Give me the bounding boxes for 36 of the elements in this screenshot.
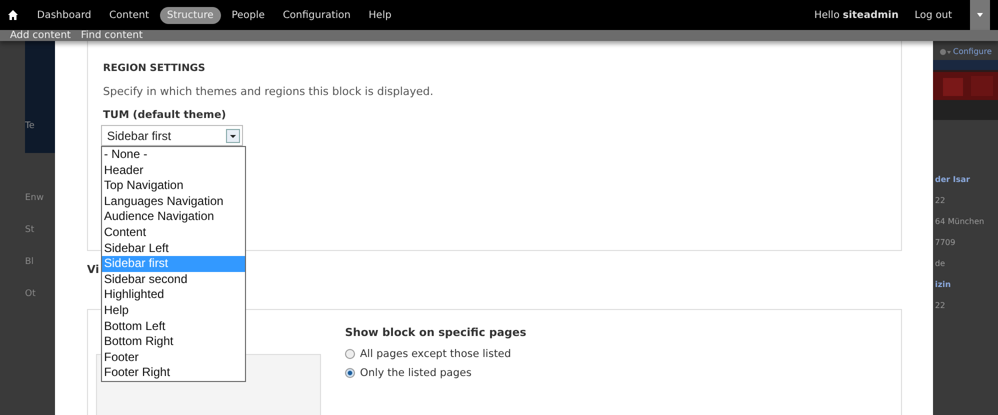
menu-item[interactable]: Help [362, 6, 398, 24]
background-text: 7709 [934, 238, 956, 247]
background-text: Enw [25, 193, 45, 203]
radio-label: Only the listed pages [360, 367, 472, 379]
background-text: 64 München [934, 217, 986, 226]
shortcut-link[interactable]: Find content [80, 30, 143, 41]
radio-label: All pages except those listed [360, 348, 512, 360]
background-text: izin [934, 280, 952, 289]
description: Specify in which themes and regions this block is displayed. [103, 85, 434, 98]
background-text: de [934, 259, 946, 268]
gear-icon[interactable] [939, 48, 951, 56]
radio-button[interactable] [345, 349, 355, 359]
menu-item[interactable]: Content [102, 6, 156, 24]
shortcuts-toggle[interactable] [970, 0, 990, 30]
background-text: St [25, 225, 36, 235]
greeting: Hello siteadmin [814, 10, 899, 20]
menu-item[interactable]: People [224, 6, 272, 24]
background-text: 22 [934, 196, 946, 205]
background-text: 22 [934, 301, 946, 310]
background-text: Bl [25, 257, 35, 267]
radio-button[interactable] [345, 368, 355, 378]
field-label: TUM (default theme) [103, 109, 226, 121]
background-text: Ot [25, 289, 37, 299]
logout-link[interactable]: Log out [914, 10, 952, 20]
background-text: der Isar [934, 175, 971, 184]
region-select[interactable]: Sidebar first [101, 125, 243, 146]
menu-item[interactable]: Dashboard [30, 6, 98, 24]
home-icon[interactable] [8, 10, 18, 20]
caret-icon [977, 13, 983, 17]
section-title: REGION SETTINGS [103, 63, 206, 74]
background-text: Te [25, 121, 36, 131]
configure-link[interactable]: Configure [953, 47, 992, 56]
section-heading: Vi [87, 263, 100, 276]
shortcut-link[interactable]: Add content [10, 30, 71, 41]
field-label: Show block on specific pages [345, 326, 526, 339]
menu-item[interactable]: Configuration [276, 6, 358, 24]
